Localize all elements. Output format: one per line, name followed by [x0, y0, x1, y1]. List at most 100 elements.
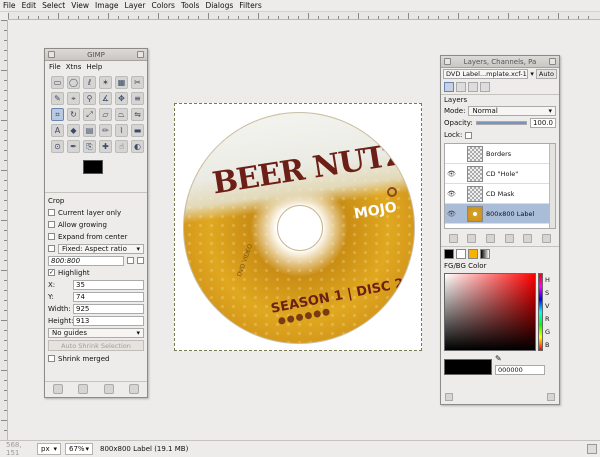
- paintbrush-icon[interactable]: ⌇: [115, 124, 128, 137]
- chevron-down-icon[interactable]: ▾: [530, 70, 534, 78]
- rotate-icon[interactable]: ↻: [67, 108, 80, 121]
- auto-shrink-button[interactable]: Auto Shrink Selection: [48, 340, 144, 351]
- shrink-merged-row[interactable]: Shrink merged: [48, 353, 144, 364]
- ink-icon[interactable]: ✒: [67, 140, 80, 153]
- reset-options-icon[interactable]: [129, 383, 140, 394]
- layer-row[interactable]: 👁 CD "Hole": [445, 164, 555, 184]
- menu-colors[interactable]: Colors: [151, 1, 175, 10]
- lower-layer-icon[interactable]: [486, 234, 496, 243]
- airbrush-icon[interactable]: ⊙: [51, 140, 64, 153]
- flip-icon[interactable]: ⇋: [131, 108, 144, 121]
- current-layer-only-row[interactable]: Current layer only: [48, 207, 144, 218]
- channel-h[interactable]: H: [545, 276, 550, 284]
- eyedropper-icon[interactable]: ✎: [495, 354, 545, 363]
- menu-tools[interactable]: Tools: [181, 1, 199, 10]
- dock-menu-icon[interactable]: [445, 393, 453, 401]
- opacity-field[interactable]: 100.0: [529, 118, 556, 128]
- fuzzy-select-icon[interactable]: ✶: [99, 76, 112, 89]
- close-icon[interactable]: [549, 58, 556, 65]
- window-menu-icon[interactable]: [444, 58, 451, 65]
- channel-r[interactable]: R: [545, 315, 550, 323]
- image-document[interactable]: BEER NUTZ MOJO DVD VIDEO SEASON 1 | DISC…: [174, 103, 422, 351]
- ellipse-select-icon[interactable]: ◯: [67, 76, 80, 89]
- crop-icon[interactable]: ⌗: [51, 108, 64, 121]
- image-select[interactable]: DVD Label...mplate.xcf-1: [443, 69, 529, 79]
- hue-strip[interactable]: [538, 273, 543, 351]
- measure-icon[interactable]: ∡: [99, 92, 112, 105]
- toolbox-titlebar[interactable]: GIMP: [45, 49, 147, 61]
- align-icon[interactable]: ≡: [131, 92, 144, 105]
- fixed-checkbox[interactable]: [48, 245, 55, 252]
- lock-alpha-checkbox[interactable]: [465, 131, 473, 139]
- menu-layer[interactable]: Layer: [125, 1, 146, 10]
- channel-g[interactable]: G: [545, 328, 550, 336]
- tab-paths[interactable]: [468, 82, 478, 92]
- heal-icon[interactable]: ✚: [99, 140, 112, 153]
- portrait-icon[interactable]: [127, 257, 134, 264]
- lasso-icon[interactable]: ℓ: [83, 76, 96, 89]
- watercolor-tab-icon[interactable]: [468, 249, 478, 259]
- toolbox-menu-help[interactable]: Help: [86, 63, 102, 71]
- height-field[interactable]: 913: [73, 315, 144, 326]
- expand-from-center-row[interactable]: Expand from center: [48, 231, 144, 242]
- dodge-burn-icon[interactable]: ◐: [131, 140, 144, 153]
- toolbox-menu-file[interactable]: File: [49, 63, 61, 71]
- smudge-icon[interactable]: ☝: [115, 140, 128, 153]
- eye-icon[interactable]: 👁: [447, 210, 456, 218]
- close-icon[interactable]: [137, 51, 144, 58]
- horizontal-ruler[interactable]: [8, 12, 600, 20]
- foreground-color-swatch[interactable]: [83, 160, 103, 174]
- channel-v[interactable]: V: [545, 302, 550, 310]
- highlight-checkbox[interactable]: ✓: [48, 269, 55, 276]
- menu-file[interactable]: File: [3, 1, 16, 10]
- move-icon[interactable]: ✥: [115, 92, 128, 105]
- unit-select[interactable]: px ▾: [37, 443, 61, 455]
- allow-growing-checkbox[interactable]: [48, 221, 55, 228]
- delete-layer-icon[interactable]: [542, 234, 552, 243]
- tab-channels[interactable]: [456, 82, 466, 92]
- window-menu-icon[interactable]: [48, 51, 55, 58]
- saturation-value-square[interactable]: [444, 273, 536, 351]
- tab-layers[interactable]: [444, 82, 454, 92]
- allow-growing-row[interactable]: Allow growing: [48, 219, 144, 230]
- scissors-icon[interactable]: ✂: [131, 76, 144, 89]
- eye-icon[interactable]: 👁: [447, 190, 456, 198]
- guides-select[interactable]: No guides ▾: [48, 327, 144, 338]
- clone-icon[interactable]: ⎘: [83, 140, 96, 153]
- width-field[interactable]: 925: [73, 303, 144, 314]
- layer-row-selected[interactable]: 👁 800x800 Label: [445, 204, 555, 224]
- expand-from-center-checkbox[interactable]: [48, 233, 55, 240]
- menu-select[interactable]: Select: [42, 1, 65, 10]
- eye-icon[interactable]: 👁: [447, 170, 456, 178]
- fixed-mode-select[interactable]: Fixed: Aspect ratio ▾: [58, 243, 144, 254]
- shrink-merged-checkbox[interactable]: [48, 355, 55, 362]
- color-picker-icon[interactable]: ⌖: [67, 92, 80, 105]
- delete-options-icon[interactable]: [103, 383, 114, 394]
- hex-color-field[interactable]: 000000: [495, 365, 545, 375]
- perspective-icon[interactable]: ⏢: [115, 108, 128, 121]
- blend-icon[interactable]: ▤: [83, 124, 96, 137]
- aspect-ratio-field[interactable]: 800:800: [48, 255, 124, 266]
- eraser-icon[interactable]: ▬: [131, 124, 144, 137]
- mode-select[interactable]: Normal ▾: [468, 106, 556, 116]
- rect-select-icon[interactable]: ▭: [51, 76, 64, 89]
- y-field[interactable]: 74: [73, 291, 144, 302]
- auto-button[interactable]: Auto: [535, 69, 557, 79]
- menu-view[interactable]: View: [71, 1, 89, 10]
- layers-scrollbar[interactable]: [549, 144, 555, 228]
- pencil-icon[interactable]: ✏: [99, 124, 112, 137]
- scales-tab-icon[interactable]: [480, 249, 490, 259]
- zoom-icon[interactable]: ⚲: [83, 92, 96, 105]
- layer-row[interactable]: Borders: [445, 144, 555, 164]
- fg-mini-swatch[interactable]: [444, 249, 454, 259]
- current-layer-only-checkbox[interactable]: [48, 209, 55, 216]
- vertical-ruler[interactable]: [0, 20, 8, 440]
- toolbox-menu-xtns[interactable]: Xtns: [66, 63, 82, 71]
- paths-icon[interactable]: ✎: [51, 92, 64, 105]
- bucket-fill-icon[interactable]: ◆: [67, 124, 80, 137]
- channel-b[interactable]: B: [545, 341, 550, 349]
- anchor-layer-icon[interactable]: [523, 234, 533, 243]
- bg-mini-swatch[interactable]: [456, 249, 466, 259]
- scale-icon[interactable]: ⤢: [83, 108, 96, 121]
- restore-options-icon[interactable]: [78, 383, 89, 394]
